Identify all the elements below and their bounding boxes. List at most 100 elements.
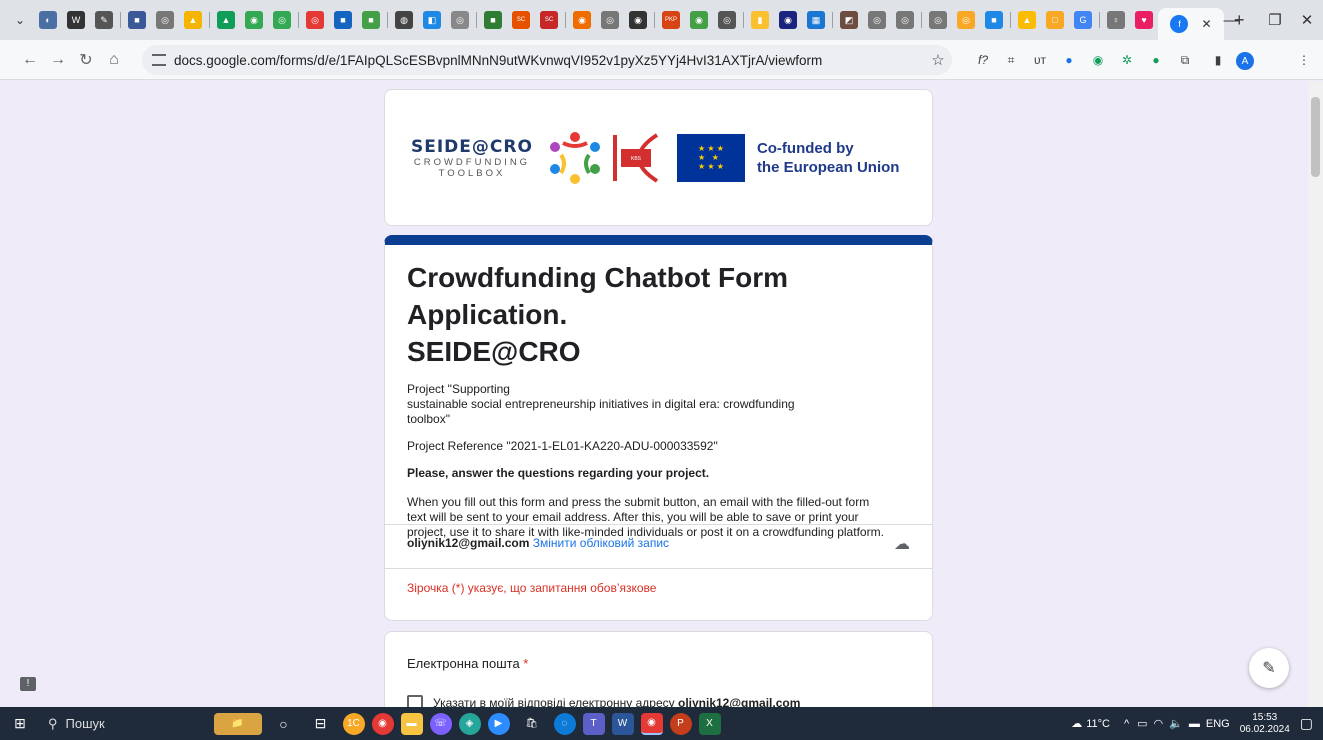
url-text[interactable]: docs.google.com/forms/d/e/1FAIpQLScESBvp… (174, 53, 822, 68)
taskbar-search[interactable]: ⚲ Пошук (40, 707, 210, 740)
tab-favicon-icon[interactable]: ■ (362, 11, 380, 29)
volume-icon[interactable]: 🔈 (1169, 717, 1183, 730)
profile-avatar[interactable]: A (1236, 52, 1254, 70)
taskbar-1c-icon[interactable]: 1C (342, 712, 365, 735)
notifications-icon[interactable]: ▢ (1300, 715, 1313, 732)
edge-icon[interactable]: ◌ (553, 712, 576, 735)
weather-icon[interactable]: ☁ (1071, 717, 1082, 730)
tab-favicon-icon[interactable]: ◎ (957, 11, 975, 29)
scrollbar[interactable] (1308, 81, 1323, 707)
extension-formula-icon[interactable]: f? (975, 52, 991, 68)
tab-favicon-icon[interactable]: G (1074, 11, 1092, 29)
tab-favicon-icon[interactable]: ■ (128, 11, 146, 29)
clock-time: 15:53 (1252, 711, 1278, 723)
home-icon[interactable]: ⌂ (100, 51, 128, 69)
tab-favicon-icon[interactable]: ◧ (423, 11, 441, 29)
tab-favicon-icon[interactable]: ▮ (751, 11, 769, 29)
tab-favicon-icon[interactable]: ◉ (245, 11, 263, 29)
info-paragraph: When you fill out this form and press th… (407, 495, 910, 540)
tab-favicon-icon[interactable]: ▲ (217, 11, 235, 29)
task-view-icon[interactable]: ○ (269, 713, 299, 735)
language-indicator[interactable]: ENG (1206, 718, 1230, 730)
windows-start-icon[interactable]: ⊞ (0, 715, 40, 732)
teams-icon[interactable]: T (582, 712, 605, 735)
taskbar-widget-icon[interactable]: 📁 (213, 712, 262, 735)
minimize-button[interactable]: — (1208, 0, 1254, 40)
reload-icon[interactable]: ↻ (72, 50, 100, 70)
tab-favicon-icon[interactable]: ♥ (1135, 11, 1153, 29)
tab-favicon-icon[interactable]: ◉ (573, 11, 591, 29)
tab-separator (476, 12, 477, 28)
tab-favicon-icon[interactable]: ◐ (39, 11, 57, 29)
taskbar-apps-icon[interactable]: ⊟ (306, 713, 336, 735)
tab-favicon-icon[interactable]: ■ (985, 11, 1003, 29)
viber-icon[interactable]: ☏ (429, 712, 452, 735)
tab-favicon-icon[interactable]: ◉ (629, 11, 647, 29)
wifi-icon[interactable]: ◠ (1154, 717, 1164, 730)
extension-gear-icon[interactable]: ✲ (1119, 52, 1135, 68)
tab-favicon-icon[interactable]: W (67, 11, 85, 29)
tab-favicon-icon[interactable]: SC (540, 11, 558, 29)
side-panel-icon[interactable]: ▮ (1210, 52, 1226, 68)
chrome-icon[interactable]: ◉ (371, 712, 394, 735)
powerpoint-icon[interactable]: P (669, 712, 692, 735)
close-window-button[interactable]: ✕ (1284, 0, 1323, 40)
scrollbar-thumb[interactable] (1311, 97, 1320, 177)
site-info-icon[interactable] (152, 54, 166, 66)
extension-crop-icon[interactable]: ⌗ (1003, 52, 1019, 68)
tab-favicon-icon[interactable]: ■ (484, 11, 502, 29)
tab-favicon-icon[interactable]: ◉ (690, 11, 708, 29)
url-bar[interactable]: docs.google.com/forms/d/e/1FAIpQLScESBvp… (142, 45, 952, 75)
tab-favicon-icon[interactable]: ▦ (807, 11, 825, 29)
bookmark-star-icon[interactable]: ☆ (930, 52, 946, 69)
tab-separator (565, 12, 566, 28)
back-arrow-icon[interactable]: ← (16, 51, 44, 69)
clock[interactable]: 15:53 06.02.2024 (1240, 712, 1290, 736)
tab-favicon-icon[interactable]: ◎ (718, 11, 736, 29)
tab-favicon-icon[interactable]: ◎ (868, 11, 886, 29)
forward-arrow-icon[interactable]: → (44, 51, 72, 69)
tab-favicon-icon[interactable]: ▲ (184, 11, 202, 29)
chrome-active-icon[interactable]: ◉ (640, 712, 663, 735)
tab-favicon-icon[interactable]: PKP (662, 11, 680, 29)
word-icon[interactable]: W (611, 712, 634, 735)
tab-favicon-icon[interactable]: ■ (334, 11, 352, 29)
tab-favicon-icon[interactable]: ♀ (1107, 11, 1125, 29)
extensions-puzzle-icon[interactable]: ⧉ (1177, 52, 1193, 68)
extension-dot-icon[interactable]: ● (1061, 52, 1077, 68)
store-icon[interactable]: 🛍 (517, 713, 547, 735)
extension-grammar-icon[interactable]: ◉ (1090, 52, 1106, 68)
tab-favicon-icon[interactable]: SC (512, 11, 530, 29)
tab-favicon-icon[interactable]: ◩ (840, 11, 858, 29)
record-email-checkbox[interactable] (407, 695, 423, 707)
tray-chevron-icon[interactable]: ^ (1124, 718, 1129, 730)
tab-favicon-icon[interactable]: ▲ (1018, 11, 1036, 29)
tab-favicon-icon[interactable]: ◎ (929, 11, 947, 29)
tab-favicon-icon[interactable]: ◎ (306, 11, 324, 29)
tab-search-icon[interactable]: ⌄ (11, 11, 29, 29)
tab-favicon-icon[interactable]: ◍ (395, 11, 413, 29)
maps-icon[interactable]: ◈ (458, 712, 481, 735)
network-icon[interactable]: ▭ (1137, 717, 1147, 730)
tab-favicon-icon[interactable]: ✎ (95, 11, 113, 29)
account-email: oliynik12@gmail.com (407, 536, 530, 550)
extension-circle-icon[interactable]: ● (1148, 52, 1164, 68)
weather-temp[interactable]: 11°C (1086, 718, 1110, 730)
extension-translate-icon[interactable]: ᴜᴛ (1032, 52, 1048, 68)
tab-favicon-icon[interactable]: ◉ (779, 11, 797, 29)
battery-icon[interactable]: ▬ (1189, 718, 1200, 730)
tab-favicon-icon[interactable]: ◎ (896, 11, 914, 29)
feedback-icon[interactable]: ! (20, 677, 36, 691)
edit-pencil-icon[interactable]: ✎ (1249, 648, 1289, 688)
switch-account-link[interactable]: Змінити обліковий запис (533, 536, 669, 550)
tab-favicon-icon[interactable]: ◎ (601, 11, 619, 29)
zoom-icon[interactable]: ▶ (487, 712, 510, 735)
menu-kebab-icon[interactable]: ⋮ (1296, 52, 1312, 68)
tab-favicon-icon[interactable]: ◎ (156, 11, 174, 29)
record-email-option[interactable]: Указати в моїй відповіді електронну адре… (407, 695, 910, 707)
file-explorer-icon[interactable]: ▬ (400, 712, 423, 735)
tab-favicon-icon[interactable]: ◎ (451, 11, 469, 29)
tab-favicon-icon[interactable]: □ (1046, 11, 1064, 29)
excel-icon[interactable]: X (698, 712, 721, 735)
tab-favicon-icon[interactable]: ◎ (273, 11, 291, 29)
